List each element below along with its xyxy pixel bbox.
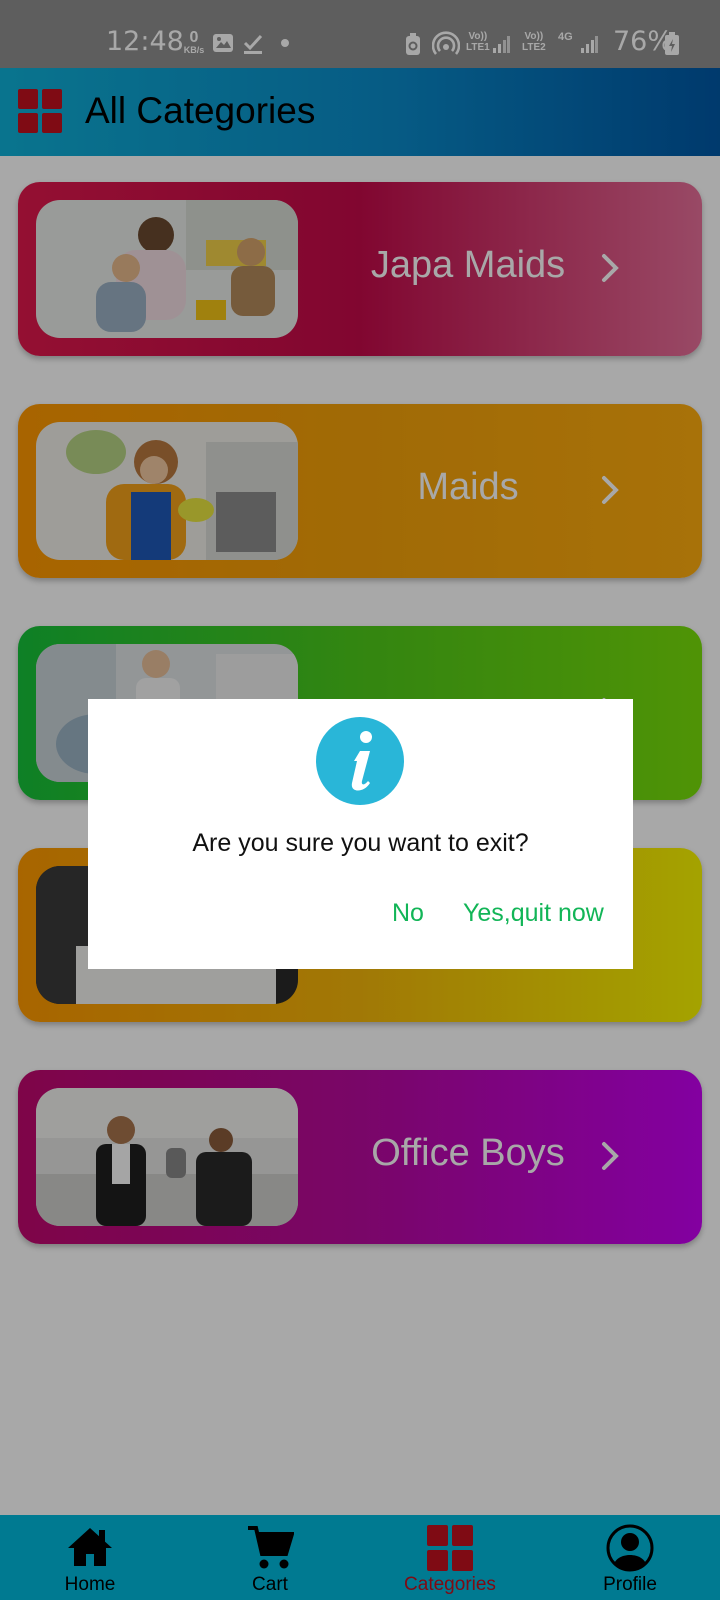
exit-dialog: Are you sure you want to exit? No Yes,qu… (88, 699, 633, 969)
info-icon (316, 717, 404, 805)
dialog-yes-quit-button[interactable]: Yes,quit now (463, 899, 604, 928)
dialog-message: Are you sure you want to exit? (192, 829, 529, 857)
dialog-no-button[interactable]: No (392, 899, 424, 928)
